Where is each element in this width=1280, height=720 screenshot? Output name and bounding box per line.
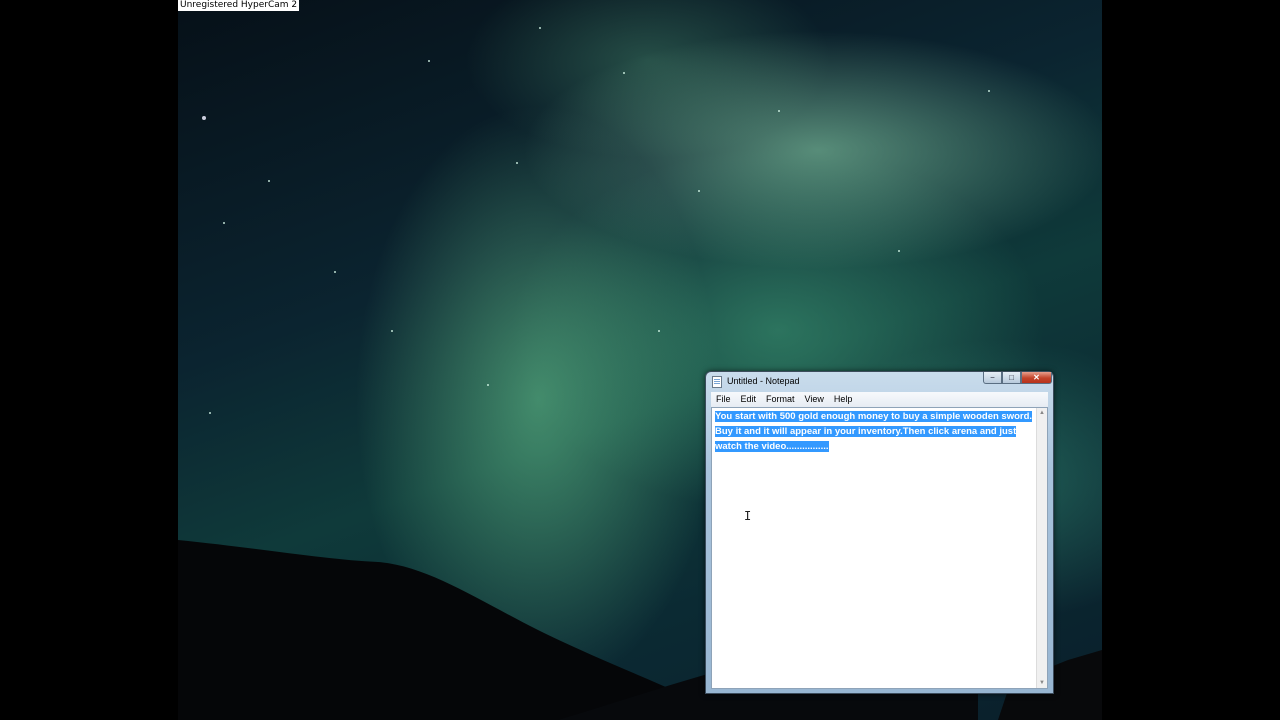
vertical-scrollbar[interactable]: ▲ ▼ — [1036, 408, 1047, 688]
title-bar[interactable]: Untitled - Notepad − □ ✕ — [706, 372, 1053, 391]
menu-format[interactable]: Format — [761, 392, 800, 407]
notepad-window[interactable]: Untitled - Notepad − □ ✕ File Edit Forma… — [705, 371, 1054, 694]
selected-text-line[interactable]: Buy it and it will appear in your invent… — [715, 426, 1017, 437]
notepad-icon[interactable] — [712, 376, 722, 388]
recorder-watermark: Unregistered HyperCam 2 — [178, 0, 300, 11]
menu-bar: File Edit Format View Help — [711, 392, 1048, 407]
scroll-up-arrow-icon[interactable]: ▲ — [1037, 408, 1047, 418]
document-text[interactable]: You start with 500 gold enough money to … — [715, 409, 1037, 454]
close-button[interactable]: ✕ — [1021, 372, 1052, 384]
text-editor[interactable]: You start with 500 gold enough money to … — [711, 407, 1048, 689]
menu-file[interactable]: File — [711, 392, 736, 407]
selected-text-line[interactable]: watch the video................ — [715, 441, 829, 452]
text-cursor-icon: I — [744, 509, 752, 523]
window-title: Untitled - Notepad — [727, 376, 800, 386]
scroll-down-arrow-icon[interactable]: ▼ — [1037, 678, 1047, 688]
menu-help[interactable]: Help — [829, 392, 858, 407]
menu-edit[interactable]: Edit — [736, 392, 762, 407]
minimize-button[interactable]: − — [983, 372, 1002, 384]
menu-view[interactable]: View — [800, 392, 829, 407]
selected-text-line[interactable]: You start with 500 gold enough money to … — [715, 411, 1033, 422]
maximize-button[interactable]: □ — [1002, 372, 1021, 384]
